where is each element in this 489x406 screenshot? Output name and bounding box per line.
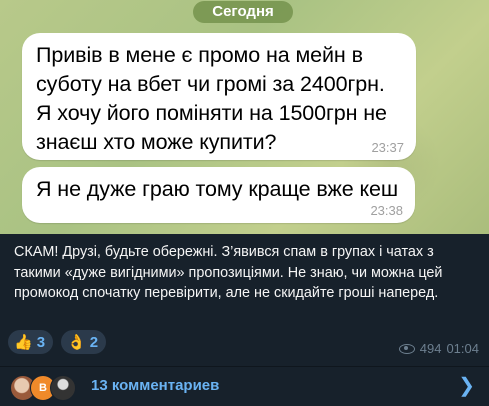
message-text: Я не дуже граю тому краще вже кеш <box>36 177 399 201</box>
ok-hand-icon: 👌 <box>67 333 86 351</box>
comments-bar[interactable]: B 13 комментариев ❯ <box>0 367 489 406</box>
avatar <box>50 375 76 401</box>
message-bubble: Привів в мене є промо на мейн в суботу н… <box>22 33 416 160</box>
reaction-ok-hand[interactable]: 👌 2 <box>61 330 107 354</box>
thumbs-up-icon: 👍 <box>14 333 33 351</box>
comments-link[interactable]: 13 комментариев <box>91 377 219 394</box>
post-caption: СКАМ! Друзі, будьте обережні. З’явився с… <box>14 244 443 301</box>
message-bubble: Я не дуже граю тому краще вже кеш 23:38 <box>22 167 415 223</box>
date-chip: Сегодня <box>193 1 293 23</box>
post-meta: 494 01:04 <box>398 341 479 356</box>
message-text: Привів в мене є промо на мейн в суботу н… <box>36 43 387 154</box>
eye-icon <box>398 343 415 354</box>
reaction-count: 3 <box>36 333 46 351</box>
reaction-thumbs-up[interactable]: 👍 3 <box>8 330 54 354</box>
reaction-count: 2 <box>89 333 99 351</box>
post-time: 01:04 <box>446 341 479 356</box>
view-count: 494 <box>419 341 442 356</box>
message-time: 23:38 <box>370 203 403 218</box>
reactions-bar: 👍 3 👌 2 <box>8 330 107 354</box>
chevron-right-icon[interactable]: ❯ <box>458 376 475 396</box>
screenshot-image[interactable]: Сегодня Привів в мене є промо на мейн в … <box>0 0 489 234</box>
commenter-avatars: B <box>10 375 80 401</box>
message-time: 23:37 <box>371 140 404 155</box>
